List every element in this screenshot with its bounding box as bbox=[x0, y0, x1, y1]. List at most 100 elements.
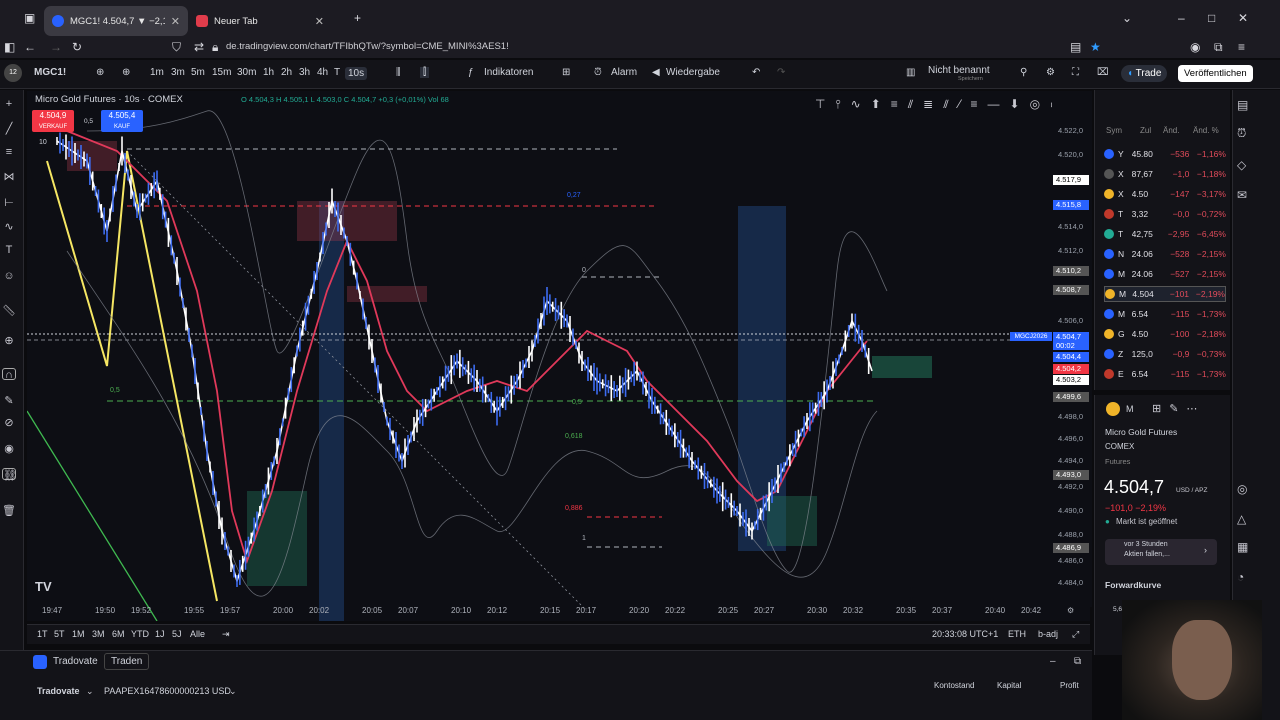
watchlist-row[interactable]: M 6.54 −115 −1,73% bbox=[1104, 306, 1226, 322]
trendline-icon[interactable]: ╱ bbox=[2, 122, 16, 135]
trade-button[interactable]: ◖ Trade bbox=[1121, 65, 1168, 82]
trade-tab-button[interactable]: Traden bbox=[104, 653, 150, 670]
session-toggle[interactable]: ETH bbox=[1008, 629, 1026, 639]
interval-tick[interactable]: T bbox=[334, 67, 340, 78]
menu-icon[interactable]: ≡ bbox=[1238, 40, 1245, 54]
range-6m[interactable]: 6M bbox=[112, 629, 125, 639]
close-icon[interactable]: ✕ bbox=[315, 15, 324, 28]
lock-drawings-icon[interactable]: ✎ bbox=[2, 394, 16, 407]
watchlist-row[interactable]: N 24.06 −528 −2,15% bbox=[1104, 246, 1226, 262]
close-icon[interactable]: ✕ bbox=[171, 15, 180, 28]
interval-4h[interactable]: 4h bbox=[317, 67, 328, 78]
details-actions-icon[interactable]: ⊞✎⋯ bbox=[1152, 402, 1205, 415]
range-1y[interactable]: 1J bbox=[155, 629, 165, 639]
templates-icon[interactable]: ⊞ bbox=[562, 67, 570, 78]
layers-icon[interactable]: ◇ bbox=[1237, 158, 1246, 172]
zoom-icon[interactable]: ⊕ bbox=[2, 334, 16, 347]
bar-style-icon[interactable]: ⫼ bbox=[396, 67, 401, 78]
broadcast-icon[interactable]: ◔ bbox=[1237, 570, 1244, 584]
brush-icon[interactable]: ∿ bbox=[2, 220, 16, 233]
minimize-icon[interactable]: – bbox=[1178, 11, 1185, 25]
sidebar-toggle-icon[interactable]: ▣ bbox=[24, 11, 35, 25]
broker-name[interactable]: Tradovate bbox=[53, 656, 98, 667]
maximize-panel-icon[interactable]: ⧉ bbox=[1074, 656, 1081, 667]
interval-30m[interactable]: 30m bbox=[237, 67, 256, 78]
range-all[interactable]: Alle bbox=[190, 629, 205, 639]
interval-1h[interactable]: 1h bbox=[263, 67, 274, 78]
position-icon[interactable]: ⊢ bbox=[2, 196, 16, 209]
maximize-icon[interactable]: □ bbox=[1208, 11, 1215, 25]
interval-10s[interactable]: 10s bbox=[345, 67, 368, 80]
watchlist-header-symbol[interactable]: Sym bbox=[1106, 126, 1122, 135]
candles-icon[interactable]: ⫿ bbox=[420, 67, 430, 78]
tab-tradingview[interactable]: MGC1! 4.504,7 ▼ −2,19% Nicht ✕ bbox=[44, 6, 188, 36]
hide-drawings-icon[interactable]: ⊘ bbox=[2, 416, 16, 429]
watchlist-row[interactable]: X 87,67 −1,0 −1,18% bbox=[1104, 166, 1226, 182]
calendar-icon[interactable]: ▦ bbox=[1237, 540, 1248, 554]
reader-icon[interactable]: ▤ bbox=[1070, 40, 1081, 54]
indicators-button[interactable]: Indikatoren bbox=[484, 67, 533, 78]
expand-icon[interactable]: ⤢ bbox=[1072, 629, 1079, 640]
fullscreen-icon[interactable]: ⛶ bbox=[1072, 67, 1079, 78]
watchlist-row[interactable]: T 42,75 −2,95 −6,45% bbox=[1104, 226, 1226, 242]
sidebar-icon[interactable]: ◧ bbox=[4, 40, 15, 54]
quick-search-icon[interactable]: ⚲ bbox=[1020, 67, 1027, 78]
pattern-icon[interactable]: ⋈ bbox=[2, 170, 16, 183]
watchlist-icon[interactable]: ▤ bbox=[1237, 98, 1248, 112]
add-symbol-icon[interactable]: ⊕ bbox=[122, 67, 130, 78]
layout-save-label[interactable]: Speichern bbox=[958, 76, 983, 82]
forward-icon[interactable]: → bbox=[50, 40, 62, 54]
chat-icon[interactable]: ✉ bbox=[1237, 188, 1247, 202]
minimize-panel-icon[interactable]: – bbox=[1050, 656, 1056, 667]
layout-name[interactable]: Nicht benannt bbox=[928, 65, 990, 76]
redo-icon[interactable]: ↷ bbox=[777, 67, 785, 78]
buy-button[interactable]: 4.505,4 KAUF bbox=[101, 110, 143, 132]
camera-icon[interactable]: ⌧ bbox=[1097, 67, 1109, 78]
compare-icon[interactable]: ⊕ bbox=[96, 67, 104, 78]
ideas-icon[interactable]: △ bbox=[1237, 512, 1246, 526]
extensions-icon[interactable]: ⧉ bbox=[1214, 40, 1223, 55]
watchlist-row[interactable]: M 4.504 −101 −2,19% bbox=[1104, 286, 1226, 302]
back-icon[interactable]: ← bbox=[24, 40, 36, 54]
crosshair-icon[interactable]: + bbox=[2, 98, 16, 110]
magnet-icon[interactable]: ∩ bbox=[2, 368, 16, 381]
details-symbol[interactable]: M bbox=[1126, 404, 1134, 414]
bookmark-star-icon[interactable]: ★ bbox=[1090, 40, 1101, 54]
alerts-icon[interactable]: ⏰︎ bbox=[1237, 126, 1246, 141]
range-3m[interactable]: 3M bbox=[92, 629, 105, 639]
chevron-down-icon[interactable]: ⌄ bbox=[86, 686, 94, 697]
text-icon[interactable]: T bbox=[2, 244, 16, 256]
price-chart[interactable] bbox=[27, 91, 1090, 621]
interval-2h[interactable]: 2h bbox=[281, 67, 292, 78]
reload-icon[interactable]: ↻ bbox=[72, 40, 82, 54]
target-icon[interactable]: ◎ bbox=[1237, 482, 1247, 496]
alarm-button[interactable]: Alarm bbox=[611, 67, 637, 78]
undo-icon[interactable]: ↶ bbox=[752, 67, 760, 78]
publish-button[interactable]: Veröffentlichen bbox=[1178, 65, 1253, 82]
settings-icon[interactable]: ⚙ bbox=[1046, 67, 1055, 78]
account-broker[interactable]: Tradovate bbox=[37, 686, 80, 696]
chevron-right-icon[interactable]: › bbox=[1204, 545, 1207, 555]
eye-icon[interactable]: ◉ bbox=[2, 442, 16, 455]
range-ytd[interactable]: YTD bbox=[131, 629, 149, 639]
account-id[interactable]: PAAPEX16478600000213 USD bbox=[104, 686, 231, 696]
range-5y[interactable]: 5J bbox=[172, 629, 182, 639]
trash-icon[interactable]: 🗑︎ bbox=[2, 504, 16, 517]
interval-3m[interactable]: 3m bbox=[171, 67, 185, 78]
watchlist-header-pct[interactable]: Änd. % bbox=[1193, 126, 1219, 135]
forward-curve-title[interactable]: Forwardkurve bbox=[1105, 580, 1161, 590]
watchlist-row[interactable]: G 4.50 −100 −2,18% bbox=[1104, 326, 1226, 342]
watchlist-header-change[interactable]: Änd. bbox=[1163, 126, 1179, 135]
chart-pane[interactable]: Micro Gold Futures · 10s · COMEX O 4.504… bbox=[27, 91, 1090, 621]
range-1d[interactable]: 1T bbox=[37, 629, 48, 639]
watchlist-row[interactable]: M 24.06 −527 −2,15% bbox=[1104, 266, 1226, 282]
avatar[interactable]: 12 bbox=[4, 64, 22, 82]
goto-date-icon[interactable]: ⇥ bbox=[222, 629, 230, 640]
clock-timezone[interactable]: 20:33:08 UTC+1 bbox=[932, 629, 998, 639]
quantity-field[interactable]: 10 bbox=[39, 139, 47, 146]
interval-1m[interactable]: 1m bbox=[150, 67, 164, 78]
range-1m[interactable]: 1M bbox=[72, 629, 85, 639]
chevron-down-icon[interactable]: ⌄ bbox=[1122, 11, 1132, 25]
replay-button[interactable]: Wiedergabe bbox=[666, 67, 720, 78]
fib-icon[interactable]: ≡ bbox=[2, 146, 16, 158]
